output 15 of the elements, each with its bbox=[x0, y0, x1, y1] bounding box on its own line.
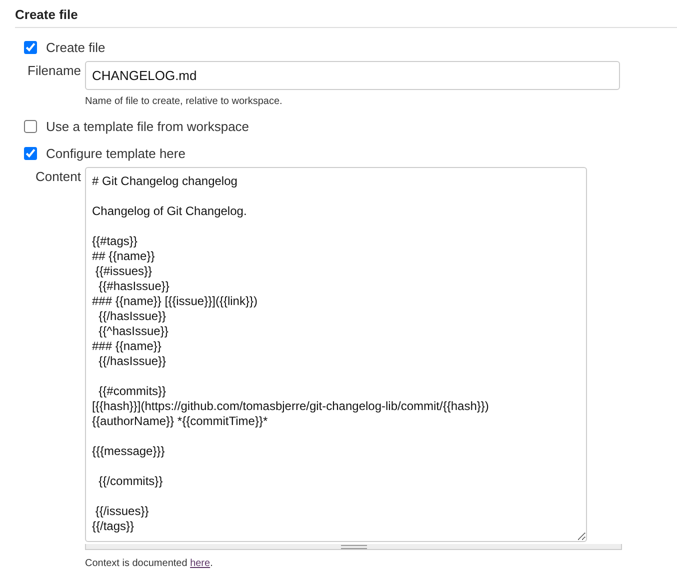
section-title: Create file bbox=[15, 7, 677, 28]
checkbox-label[interactable]: Configure template here bbox=[46, 146, 186, 160]
template-textarea[interactable]: # Git Changelog changelog Changelog of Git Changelog. {{#tags}} ## {{name}} {{#issues}} {{#hasIssue}} ### {{name}} [{{issue}}]({{link}}) {{/hasIssue}} {{^hasIssue}} ### {{name}} {{/hasIssue}} {{#commits}} [{{hash}}](https://github.com/tomasbjerre/git-changelog-lib/commit/{{hash}}) {{authorName}} *{{commitTime}}* {{{message}}} {{/commits}} {{/issues}} {{/tags}} bbox=[85, 167, 587, 542]
help-link[interactable]: here bbox=[190, 558, 210, 569]
checkbox[interactable] bbox=[24, 120, 37, 132]
help-text: Name of file to create, relative to workspace. bbox=[85, 96, 284, 107]
checkbox-label[interactable]: Use a template file from workspace bbox=[46, 118, 250, 134]
field-label: Content bbox=[34, 168, 82, 184]
filename-field[interactable]: CHANGELOG.md bbox=[85, 61, 620, 90]
help-text: Context is documented here. bbox=[85, 558, 214, 569]
checkbox-label[interactable]: Create file bbox=[46, 40, 106, 54]
checkbox[interactable] bbox=[24, 146, 37, 160]
field-label: Filename bbox=[26, 62, 82, 78]
checkbox[interactable] bbox=[24, 40, 37, 54]
resize-handle[interactable] bbox=[85, 544, 622, 550]
